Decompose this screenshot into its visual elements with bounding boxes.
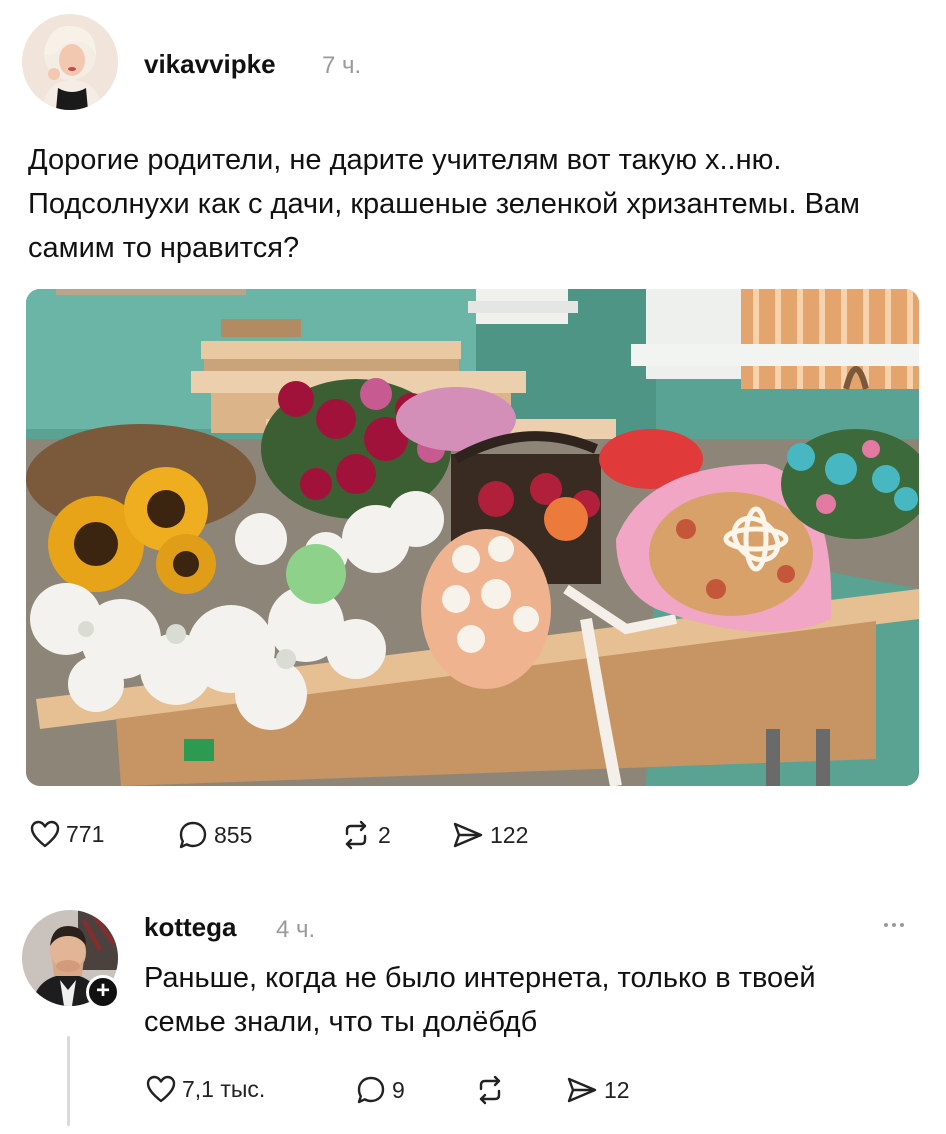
ellipsis-dot xyxy=(900,923,904,927)
reply-author-name[interactable]: kottega xyxy=(144,912,236,943)
post-photo-flowers-on-desk[interactable] xyxy=(26,289,919,786)
reply-repost-button[interactable] xyxy=(474,1075,512,1105)
paper-plane-icon xyxy=(567,1077,597,1103)
reply-reply-count: 9 xyxy=(392,1076,405,1103)
reply-body-text: Раньше, когда не было интернета, только … xyxy=(144,962,816,1038)
reply-share-count: 12 xyxy=(604,1076,630,1103)
repost-arrows-icon xyxy=(479,1075,501,1105)
speech-bubble-icon xyxy=(357,1076,385,1104)
heart-icon xyxy=(146,1075,176,1103)
thread-line xyxy=(67,1036,70,1126)
ellipsis-icon xyxy=(884,923,888,927)
post-reply-count: 855 xyxy=(214,821,253,848)
repost-arrows-icon xyxy=(345,820,367,850)
reply-more-options-button[interactable] xyxy=(876,916,912,934)
post-repost-button[interactable]: 2 xyxy=(340,820,391,850)
reply-reply-button[interactable]: 9 xyxy=(356,1075,405,1105)
reply-like-count: 7,1 тыс. xyxy=(182,1075,266,1102)
post-like-button[interactable]: 771 xyxy=(30,820,104,848)
reply-timestamp: 4 ч. xyxy=(276,916,316,943)
post-repost-count: 2 xyxy=(378,821,391,848)
reply-share-button[interactable]: 12 xyxy=(566,1075,630,1105)
heart-icon xyxy=(30,820,60,848)
post-reply-button[interactable]: 855 xyxy=(178,820,252,850)
post-author-name[interactable]: vikavvipke xyxy=(144,49,276,80)
post-like-count: 771 xyxy=(66,820,105,847)
reply-like-button[interactable]: 7,1 тыс. xyxy=(146,1075,265,1103)
follow-plus-button[interactable]: + xyxy=(86,975,120,1009)
post-share-count: 122 xyxy=(490,821,529,848)
post-body-text: Дорогие родители, не дарите учителям вот… xyxy=(28,144,860,264)
post-timestamp: 7 ч. xyxy=(322,52,362,79)
post-share-button[interactable]: 122 xyxy=(452,820,528,850)
paper-plane-icon xyxy=(453,822,483,848)
post-author-avatar[interactable] xyxy=(22,14,118,110)
speech-bubble-icon xyxy=(179,821,207,849)
ellipsis-dot xyxy=(892,923,896,927)
